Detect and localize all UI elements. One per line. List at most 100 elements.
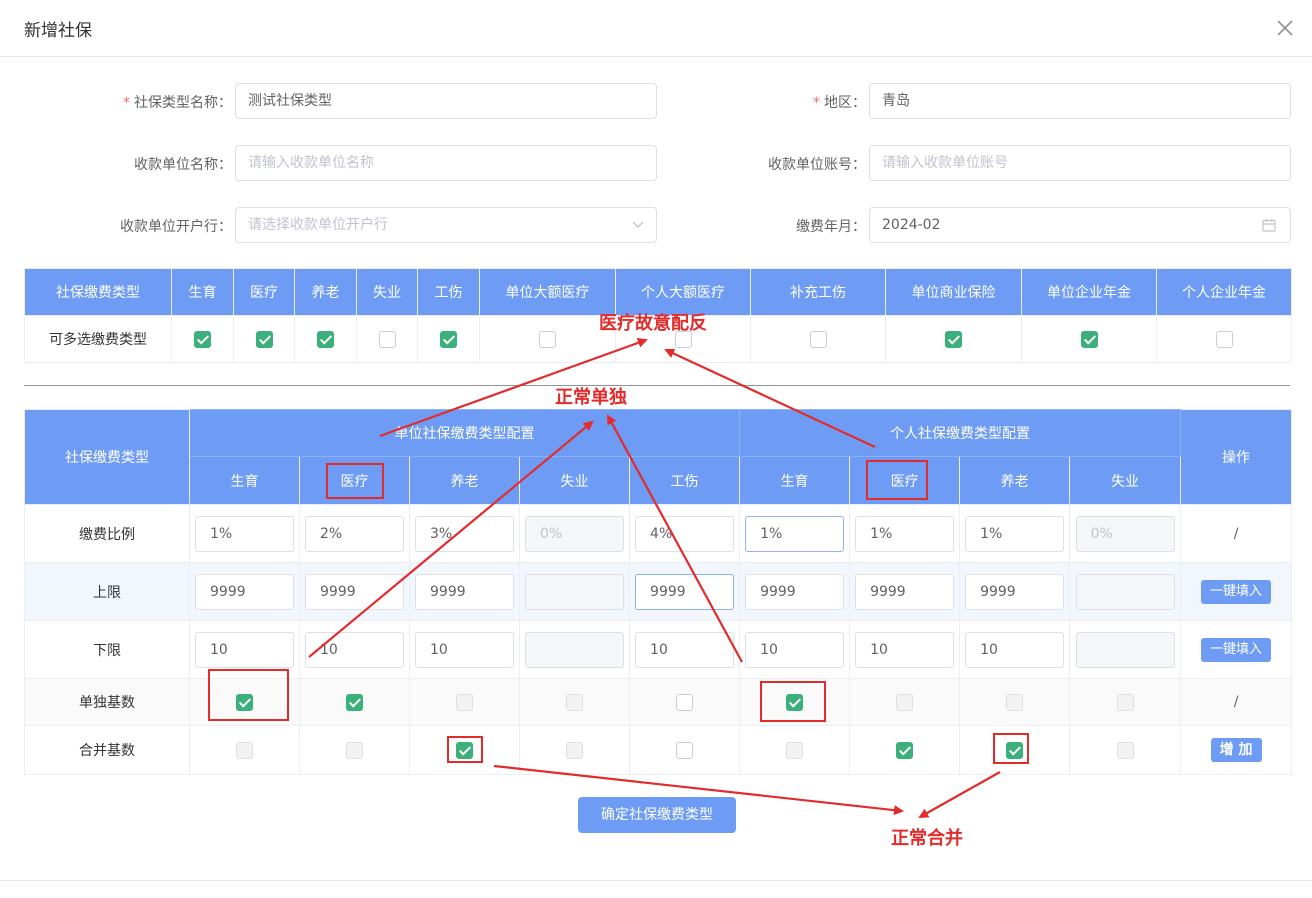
merge-base-checkbox[interactable] (896, 741, 914, 759)
config-cell: 10 (628, 620, 741, 679)
type-checkbox-cell (417, 315, 480, 363)
upper-input[interactable]: 9999 (415, 573, 514, 610)
merge-base-checkbox (566, 741, 583, 759)
merge-base-checkbox[interactable] (676, 741, 694, 759)
config-cell: 0% (1069, 504, 1182, 563)
upper-input[interactable]: 9999 (635, 573, 735, 610)
annotation-normal-merge: 正常合并 (891, 828, 963, 849)
upper-input (1075, 573, 1175, 610)
type-checkbox[interactable] (440, 330, 457, 348)
config-cell (628, 678, 741, 726)
row-label: 上限 (24, 562, 190, 621)
lower-input[interactable]: 10 (305, 631, 404, 668)
config-column-header-cell: 工伤 (628, 456, 741, 505)
add-button[interactable]: 增 加 (1210, 738, 1262, 762)
lower-input[interactable]: 10 (635, 631, 735, 668)
section-divider (24, 385, 1290, 386)
type-checkbox[interactable] (317, 330, 334, 348)
lower-input[interactable]: 10 (965, 631, 1065, 668)
upper-input (525, 573, 624, 610)
lower-input[interactable]: 10 (195, 631, 294, 668)
config-cell: 10 (739, 620, 851, 679)
merge-base-checkbox (1116, 741, 1134, 759)
upper-input[interactable]: 9999 (745, 573, 845, 610)
type-checkbox[interactable] (945, 330, 962, 348)
payee-name-label-text: 收款单位名称 (134, 157, 218, 173)
ratio-row: 缴费比例 1% 2% 3% 0% 4% 1% 1% 1% 0% / (24, 504, 1293, 563)
close-icon[interactable] (1274, 17, 1296, 39)
config-column-header-cell: 生育 (189, 456, 300, 505)
config-cell (849, 678, 961, 726)
ratio-input[interactable]: 1% (195, 515, 294, 552)
merge-base-row: 合并基数 增 加 (24, 725, 1293, 775)
upper-input[interactable]: 9999 (965, 573, 1065, 610)
label-colon: ： (852, 157, 866, 173)
config-group-header: 社保缴费类型 单位社保缴费类型配置 个人社保缴费类型配置 操作 (24, 409, 1293, 505)
type-checkbox[interactable] (255, 330, 273, 348)
config-cell: 10 (849, 620, 961, 679)
single-base-checkbox[interactable] (346, 693, 363, 711)
region-input[interactable]: 青岛 (869, 83, 1291, 119)
payee-account-input[interactable]: 请输入收款单位账号 (869, 145, 1291, 181)
ratio-input[interactable]: 1% (855, 515, 955, 552)
ratio-input[interactable]: 4% (635, 515, 735, 552)
label-colon: ： (218, 157, 232, 173)
config-cell: 1% (189, 504, 300, 563)
config-cell: 3% (409, 504, 520, 563)
footer-divider (0, 880, 1312, 881)
type-checkbox[interactable] (1215, 330, 1233, 348)
lower-input[interactable]: 10 (855, 631, 955, 668)
payee-name-label: 收款单位名称： (110, 154, 232, 174)
required-mark: * (123, 95, 130, 111)
type-checkbox-cell (294, 315, 357, 363)
required-mark: * (813, 95, 820, 111)
payee-name-input[interactable]: 请输入收款单位名称 (235, 145, 657, 181)
payee-account-label: 收款单位账号： (740, 154, 866, 174)
type-checkbox[interactable] (539, 330, 556, 348)
fill-all-button[interactable]: 一键填入 (1201, 579, 1272, 604)
single-base-checkbox[interactable] (676, 693, 694, 711)
ratio-input: 0% (525, 515, 624, 552)
type-name-input[interactable]: 测试社保类型 (235, 83, 657, 119)
dialog-header: 新增社保 (0, 0, 1312, 57)
fill-all-button[interactable]: 一键填入 (1201, 637, 1272, 662)
label-colon: ： (852, 95, 866, 111)
config-column-header-cell: 生育 (739, 456, 851, 505)
pay-month-picker[interactable]: 2024-02 (869, 207, 1291, 243)
type-checkbox[interactable] (809, 330, 827, 348)
personal-group-header: 个人社保缴费类型配置 (739, 409, 1182, 457)
lower-input[interactable]: 10 (745, 631, 845, 668)
lower-input[interactable]: 10 (415, 631, 514, 668)
config-cell: 9999 (299, 562, 410, 621)
config-cell: 4% (628, 504, 741, 563)
type-header-cell: 个人企业年金 (1156, 268, 1292, 316)
chevron-down-icon (632, 221, 644, 228)
type-checkbox-cell (1156, 315, 1292, 363)
config-cell: 10 (299, 620, 410, 679)
upper-input[interactable]: 9999 (855, 573, 955, 610)
config-cell (739, 725, 851, 775)
payee-account-label-text: 收款单位账号 (768, 157, 852, 173)
type-header-cell: 生育 (171, 268, 234, 316)
type-name-label-text: 社保类型名称 (134, 95, 218, 111)
config-cell: 1% (739, 504, 851, 563)
confirm-type-button[interactable]: 确定社保缴费类型 (578, 797, 736, 833)
label-colon: ： (218, 219, 232, 235)
ratio-input[interactable]: 1% (745, 515, 845, 552)
single-base-checkbox (566, 693, 583, 711)
type-checkbox[interactable] (1080, 330, 1098, 348)
ratio-input[interactable]: 2% (305, 515, 404, 552)
annotation-medical-mismatch: 医疗故意配反 (599, 313, 707, 334)
config-cell: 9999 (849, 562, 961, 621)
upper-input[interactable]: 9999 (195, 573, 294, 610)
type-header-cell: 单位企业年金 (1021, 268, 1157, 316)
pay-month-label: 缴费年月： (760, 216, 866, 236)
ratio-input[interactable]: 1% (965, 515, 1065, 552)
payee-bank-select[interactable]: 请选择收款单位开户行 (235, 207, 657, 243)
upper-input[interactable]: 9999 (305, 573, 404, 610)
type-name-label: * 社保类型名称： (110, 92, 232, 112)
type-checkbox[interactable] (194, 330, 211, 348)
config-cell: 10 (959, 620, 1071, 679)
type-checkbox[interactable] (378, 330, 396, 348)
ratio-input[interactable]: 3% (415, 515, 514, 552)
